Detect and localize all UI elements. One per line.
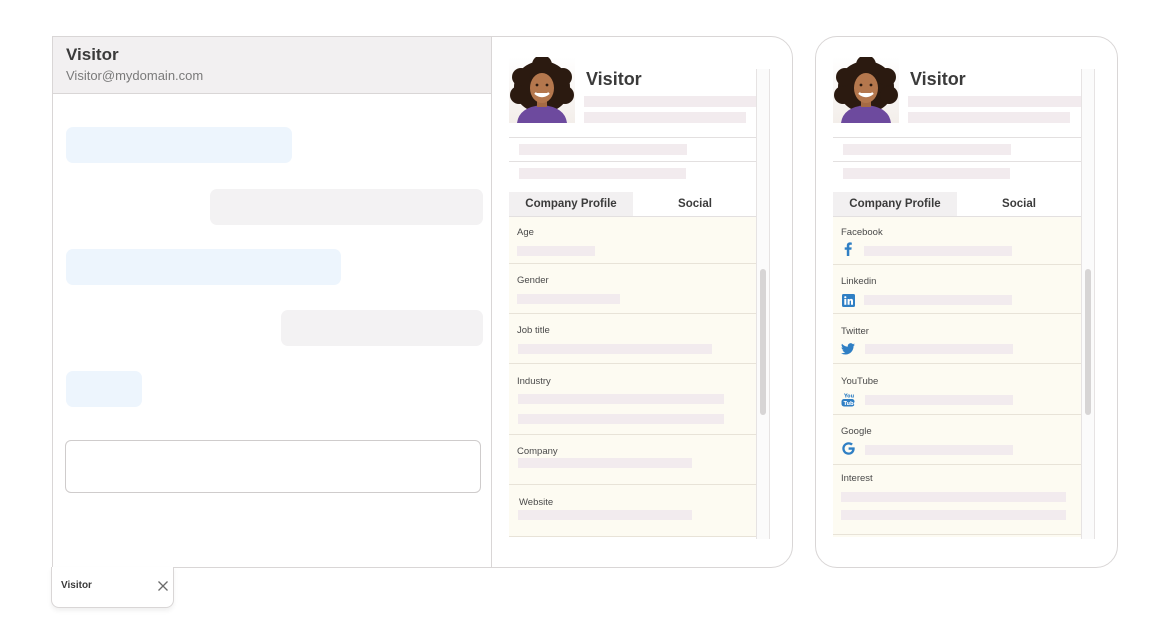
field-label: Google <box>841 426 872 437</box>
message-bubble-incoming <box>66 127 292 163</box>
profile-placeholder-line <box>908 96 1082 107</box>
chat-window: Visitor Visitor@mydomain.com <box>52 36 492 568</box>
social-fields: Facebook Linkedin Twitter YouTube You Tu… <box>833 217 1081 537</box>
divider <box>833 161 1081 162</box>
youtube-icon: You Tube <box>841 392 855 407</box>
profile-name: Visitor <box>910 69 966 89</box>
field-company: Company <box>509 435 757 485</box>
field-twitter: Twitter <box>833 314 1081 364</box>
profile-tabs: Company Profile Social <box>833 192 1081 217</box>
field-label: Website <box>519 497 554 508</box>
field-value-placeholder <box>518 458 692 468</box>
profile-name: Visitor <box>586 69 642 89</box>
field-label: Age <box>517 227 534 238</box>
field-value-placeholder <box>518 344 712 354</box>
scrollbar-thumb[interactable] <box>1085 269 1091 415</box>
profile-tabs: Company Profile Social <box>509 192 757 217</box>
profile-placeholder-line <box>843 144 1011 155</box>
scrollbar[interactable] <box>756 69 770 539</box>
linkedin-icon <box>841 293 855 307</box>
twitter-icon <box>841 342 855 356</box>
message-bubble-outgoing <box>281 310 483 346</box>
field-value-placeholder <box>518 414 724 424</box>
field-label: Company <box>517 446 558 457</box>
divider <box>509 137 757 138</box>
svg-text:You: You <box>843 393 855 399</box>
field-label: Industry <box>517 376 551 387</box>
field-label: YouTube <box>841 376 879 387</box>
field-facebook: Facebook <box>833 217 1081 265</box>
profile-placeholder-line <box>584 96 758 107</box>
tab-company-profile[interactable]: Company Profile <box>833 192 957 216</box>
field-value-placeholder <box>864 295 1012 305</box>
minimized-chat-tab[interactable]: Visitor <box>51 567 174 608</box>
minimized-tab-label: Visitor <box>61 580 92 591</box>
field-value-placeholder <box>865 445 1013 455</box>
field-value-placeholder <box>517 246 595 256</box>
tab-company-profile[interactable]: Company Profile <box>509 192 633 216</box>
tab-social[interactable]: Social <box>957 192 1081 216</box>
field-gender: Gender <box>509 264 757 314</box>
close-icon[interactable] <box>156 579 170 593</box>
field-age: Age <box>509 217 757 264</box>
facebook-icon <box>841 242 855 256</box>
field-website: Website <box>509 485 757 537</box>
field-linkedin: Linkedin <box>833 265 1081 314</box>
chat-header: Visitor Visitor@mydomain.com <box>53 37 492 94</box>
divider <box>833 137 1081 138</box>
chat-message-input[interactable] <box>65 440 481 493</box>
field-label: Interest <box>841 473 873 484</box>
field-value-placeholder <box>864 246 1012 256</box>
field-value-placeholder <box>518 394 724 404</box>
field-label: Gender <box>517 275 549 286</box>
field-value-placeholder <box>865 344 1013 354</box>
field-label: Twitter <box>841 326 869 337</box>
field-value-placeholder <box>841 510 1066 520</box>
profile-placeholder-line <box>584 112 746 123</box>
scrollbar-thumb[interactable] <box>760 269 766 415</box>
field-label: Facebook <box>841 227 883 238</box>
field-label: Linkedin <box>841 276 877 287</box>
scrollbar[interactable] <box>1081 69 1095 539</box>
message-bubble-incoming <box>66 371 142 407</box>
field-value-placeholder <box>841 492 1066 502</box>
profile-placeholder-line <box>519 168 686 179</box>
chat-visitor-name: Visitor <box>66 45 119 64</box>
field-interest: Interest <box>833 465 1081 535</box>
field-value-placeholder <box>517 294 620 304</box>
field-value-placeholder <box>518 510 692 520</box>
svg-text:Tube: Tube <box>844 401 855 407</box>
message-bubble-incoming <box>66 249 341 285</box>
field-youtube: YouTube YouTube <box>833 364 1081 415</box>
visitor-profile-panel-company: Visitor Company Profile Social Age Gende… <box>491 36 793 568</box>
profile-placeholder-line <box>843 168 1010 179</box>
field-label: Job title <box>517 325 550 336</box>
message-bubble-outgoing <box>210 189 483 225</box>
avatar <box>833 57 899 123</box>
tab-social[interactable]: Social <box>633 192 757 216</box>
avatar <box>509 57 575 123</box>
google-icon <box>841 441 855 455</box>
profile-placeholder-line <box>908 112 1070 123</box>
company-profile-fields: Age Gender Job title Industry Company We… <box>509 217 757 537</box>
field-value-placeholder <box>865 395 1013 405</box>
visitor-profile-panel-social: Visitor Company Profile Social Facebook … <box>815 36 1118 568</box>
field-industry: Industry <box>509 364 757 435</box>
divider <box>509 161 757 162</box>
profile-placeholder-line <box>519 144 687 155</box>
chat-visitor-email: Visitor@mydomain.com <box>66 68 204 83</box>
field-job-title: Job title <box>509 314 757 364</box>
field-google: Google <box>833 415 1081 465</box>
